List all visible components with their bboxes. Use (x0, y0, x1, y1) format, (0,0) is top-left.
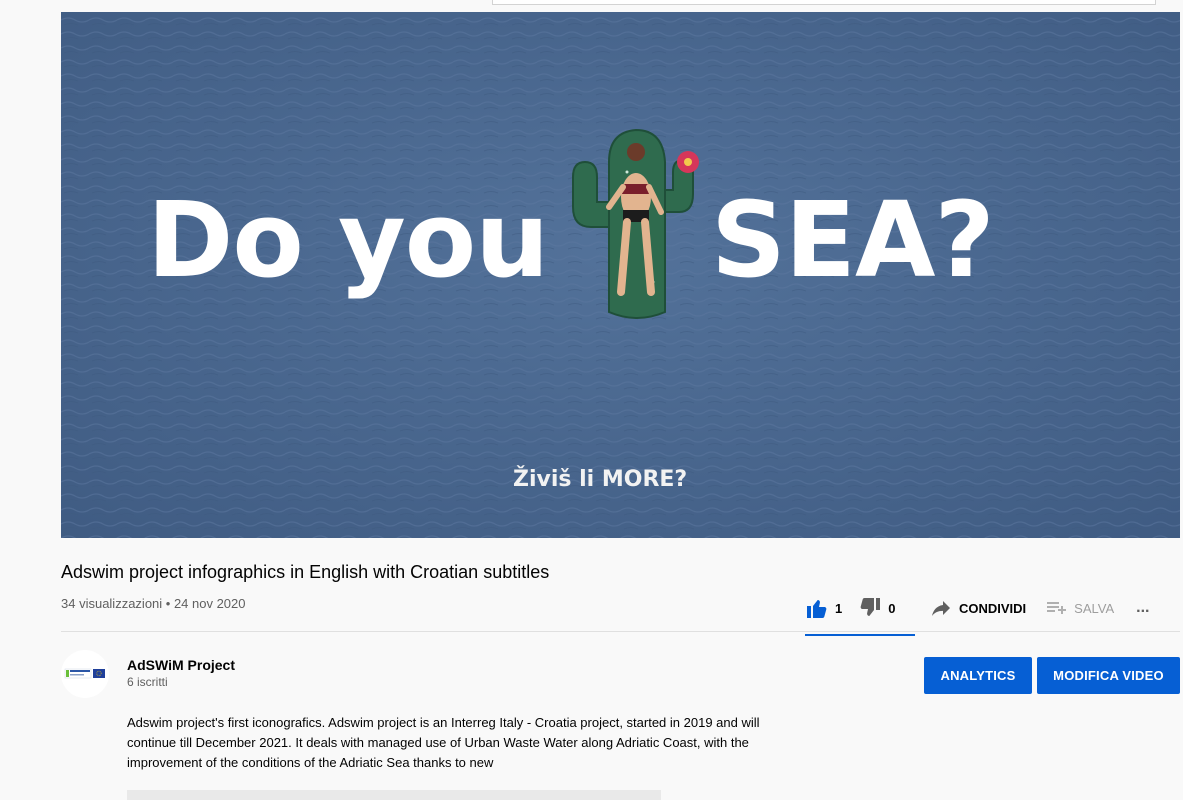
sentiment-bar (805, 634, 915, 636)
thumbs-down-icon (860, 598, 881, 616)
subscriber-count: 6 iscritti (127, 675, 168, 689)
like-button[interactable]: 1 (805, 590, 842, 626)
playlist-add-icon (1047, 602, 1067, 614)
search-bar-edge[interactable] (492, 0, 1156, 5)
video-actions: 1 0 CONDIVIDI SALVA ... (805, 586, 1150, 636)
video-meta: 34 visualizzazioni • 24 nov 2020 (61, 596, 246, 611)
description-expander[interactable] (127, 790, 661, 800)
channel-avatar[interactable] (61, 650, 109, 698)
more-actions-button[interactable]: ... (1136, 590, 1149, 626)
save-button[interactable]: SALVA (1044, 590, 1114, 626)
channel-name[interactable]: AdSWiM Project (127, 657, 235, 673)
thumbnail-subtitle: Živiš li MORE? (513, 467, 688, 492)
share-label: CONDIVIDI (959, 600, 1027, 616)
share-button[interactable]: CONDIVIDI (929, 590, 1026, 626)
more-icon: ... (1136, 599, 1150, 616)
video-player[interactable]: Do you SEA? Živiš li MORE? (61, 12, 1180, 538)
like-dislike-group: 1 0 (805, 590, 915, 636)
interreg-logo-icon (64, 668, 105, 679)
share-arrow-icon (932, 601, 950, 616)
video-title: Adswim project infographics in English w… (61, 562, 550, 582)
thumbnail-headline-right: SEA? (711, 179, 995, 301)
video-description: Adswim project's first iconografics. Ads… (127, 715, 760, 770)
thumbnail-headline-left: Do you (147, 179, 549, 301)
like-count: 1 (835, 600, 843, 616)
divider (61, 631, 1180, 632)
edit-video-button[interactable]: MODIFICA VIDEO (1037, 657, 1180, 694)
thumbs-up-icon (807, 600, 827, 618)
analytics-button[interactable]: ANALYTICS (924, 657, 1032, 694)
save-label: SALVA (1074, 600, 1115, 616)
dislike-count: 0 (888, 600, 896, 616)
dislike-button[interactable]: 0 (858, 590, 895, 626)
